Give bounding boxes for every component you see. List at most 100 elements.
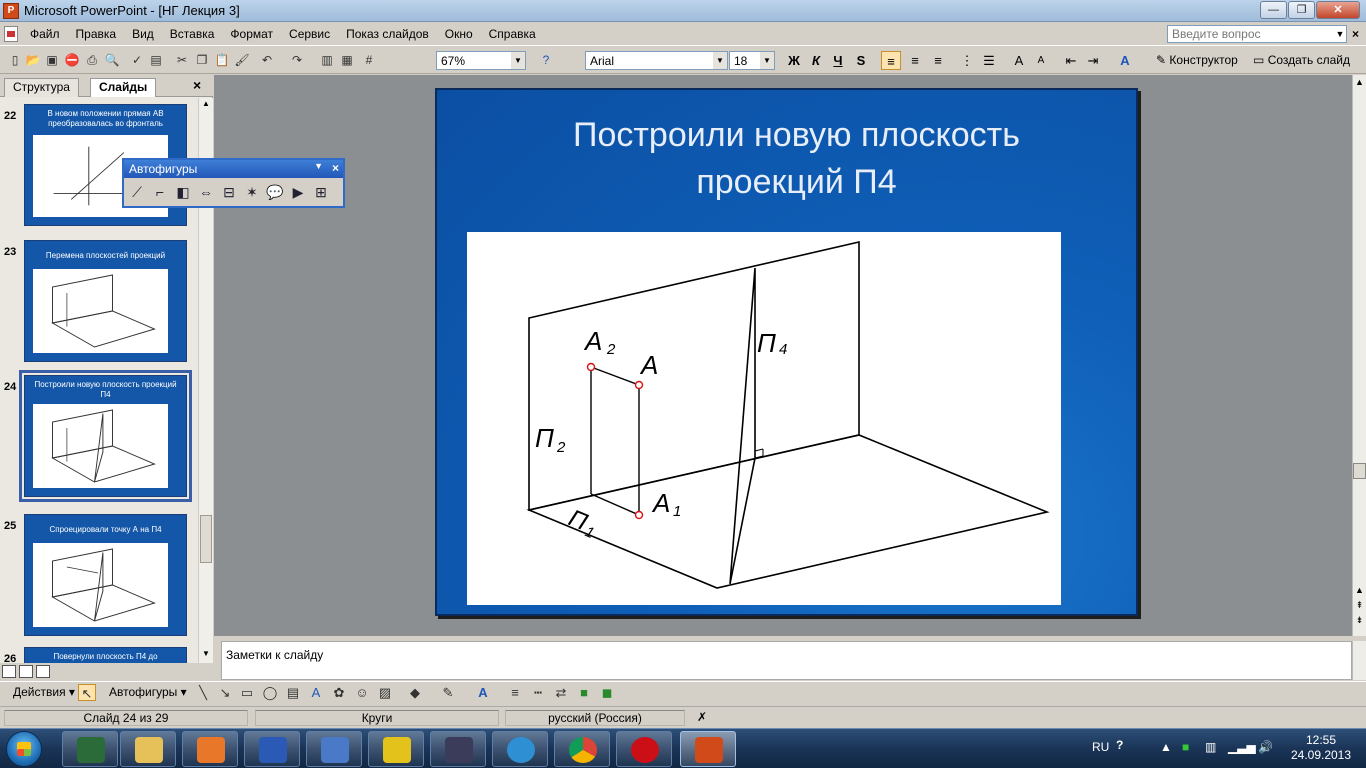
scroll-down-icon[interactable]: ▲ [1353,585,1366,595]
increase-font-icon[interactable]: A [1009,51,1029,70]
taskbar-app-button[interactable] [244,731,300,767]
open-folder-icon[interactable]: 📂 [24,52,42,69]
wordart-icon[interactable]: A [307,684,325,701]
align-right-icon[interactable]: ≡ [928,51,948,70]
scroll-up-icon[interactable]: ▲ [1353,77,1366,87]
select-arrow-icon[interactable]: ↖ [78,684,96,701]
shadow-style-icon[interactable]: ■ [575,684,593,701]
shadow-button[interactable]: S [851,51,871,70]
slide-thumbnail-selected[interactable]: Построили новую плоскость проекций П4 [19,370,192,502]
minimize-button[interactable]: — [1260,1,1287,19]
copy-icon[interactable]: ❐ [193,52,211,69]
battery-icon[interactable]: ■ [1182,740,1189,754]
line-icon[interactable]: ╲ [194,684,212,701]
document-icon[interactable] [4,26,18,42]
print-icon[interactable]: ⎙ [83,52,101,69]
autoshapes-toolbar-header[interactable]: Автофигуры ▼ × [124,160,343,178]
flowchart-icon[interactable]: ⊟ [219,182,239,202]
font-color-icon[interactable]: A [474,684,492,701]
notes-scrollbar[interactable] [1352,641,1366,680]
input-language[interactable]: RU [1092,740,1109,754]
line-color-icon[interactable]: ✎ [439,684,457,701]
paste-icon[interactable]: 📋 [213,52,231,69]
redo-icon[interactable]: ↷ [288,52,306,69]
italic-button[interactable]: К [806,51,826,70]
taskbar-app-button[interactable] [368,731,424,767]
powerpoint-app-icon[interactable]: P [3,3,19,19]
new-slide-button[interactable]: ▭ Создать слайд [1253,53,1350,67]
editor-scrollbar[interactable]: ▲ ▲ ⇞ ⇟ [1352,75,1366,636]
fill-color-icon[interactable]: ◆ [406,684,424,701]
align-left-icon[interactable]: ≡ [881,51,901,70]
menu-edit[interactable]: Правка [68,27,125,41]
slideshow-view-icon[interactable] [36,665,50,678]
taskbar-app-button[interactable] [120,731,176,767]
spelling-icon[interactable]: ✓ [128,52,146,69]
clipart-icon[interactable]: ☺ [353,684,371,701]
previous-slide-icon[interactable]: ⇞ [1353,600,1366,611]
designer-button[interactable]: ✎ Конструктор [1156,53,1238,67]
projection-drawing[interactable]: A 2 A A 1 П 2 П 4 П 1 [467,232,1061,605]
undo-icon[interactable]: ↶ [258,52,276,69]
increase-indent-icon[interactable]: ⇥ [1083,51,1103,70]
menu-file[interactable]: Файл [22,27,68,41]
decrease-font-icon[interactable]: A [1031,51,1051,70]
font-color-icon[interactable]: A [1115,51,1135,70]
more-autoshapes-icon[interactable]: ⊞ [311,182,331,202]
autoshapes-menu[interactable]: Автофигуры ▾ [109,685,187,699]
decrease-indent-icon[interactable]: ⇤ [1061,51,1081,70]
picture-icon[interactable]: ▨ [376,684,394,701]
print-preview-icon[interactable]: 🔍 [103,52,121,69]
textbox-icon[interactable]: ▤ [284,684,302,701]
3d-style-icon[interactable]: ◼ [598,684,616,701]
normal-view-icon[interactable] [2,665,16,678]
chevron-down-icon[interactable]: ▼ [314,161,323,171]
menu-view[interactable]: Вид [124,27,162,41]
zoom-select[interactable]: 67% ▼ [436,51,526,70]
block-arrows-icon[interactable]: ⇔ [196,182,216,202]
taskbar-app-button[interactable] [62,731,118,767]
volume-icon[interactable]: 🔊 [1258,740,1273,754]
close-document-button[interactable]: × [1352,27,1359,41]
chart-icon[interactable]: ▥ [318,52,336,69]
language-status[interactable]: русский (Россия) [505,710,685,726]
autoshapes-floating-toolbar[interactable]: Автофигуры ▼ × ⟋ ⌐ ◧ ⇔ ⊟ ✶ 💬 ▶ ⊞ [122,158,345,208]
oval-icon[interactable]: ◯ [261,684,279,701]
rectangle-icon[interactable]: ▭ [238,684,256,701]
system-clock[interactable]: 12:55 24.09.2013 [1288,733,1354,763]
menu-insert[interactable]: Вставка [162,27,223,41]
scroll-down-icon[interactable]: ▼ [199,649,213,661]
slide-thumbnail[interactable]: Перемена плоскостей проекций [24,240,187,362]
menu-help[interactable]: Справка [481,27,544,41]
taskbar-app-button[interactable] [430,731,486,767]
slide-thumbnail[interactable]: Спроецировали точку А на П4 [24,514,187,636]
dash-style-icon[interactable]: ┅ [529,684,547,701]
menu-tools[interactable]: Сервис [281,27,338,41]
menu-format[interactable]: Формат [222,27,281,41]
close-pane-button[interactable]: × [193,77,201,93]
close-icon[interactable]: × [332,161,339,175]
taskbar-app-button[interactable] [492,731,548,767]
basic-shapes-icon[interactable]: ◧ [173,182,193,202]
taskbar-app-button-active[interactable] [680,731,736,767]
align-center-icon[interactable]: ≡ [905,51,925,70]
bold-button[interactable]: Ж [784,51,804,70]
diagram-icon[interactable]: ✿ [330,684,348,701]
help-tray-icon[interactable]: ? [1116,738,1123,752]
start-button[interactable] [6,731,42,767]
next-slide-icon[interactable]: ⇟ [1353,615,1366,626]
help-question-input[interactable]: Введите вопрос [1167,25,1347,43]
permission-icon[interactable]: ⛔ [63,52,81,69]
save-icon[interactable]: ▣ [43,52,61,69]
font-name-select[interactable]: Arial ▼ [585,51,728,70]
grid-icon[interactable]: # [360,52,378,69]
slide-thumbnail[interactable]: Повернули плоскость П4 до [24,647,187,663]
taskbar-app-button[interactable] [554,731,610,767]
stars-banners-icon[interactable]: ✶ [242,182,262,202]
slide-sorter-view-icon[interactable] [19,665,33,678]
menu-slideshow[interactable]: Показ слайдов [338,27,437,41]
underline-button[interactable]: Ч [828,51,848,70]
connectors-icon[interactable]: ⌐ [150,182,170,202]
menu-window[interactable]: Окно [437,27,481,41]
lines-icon[interactable]: ⟋ [127,182,147,202]
